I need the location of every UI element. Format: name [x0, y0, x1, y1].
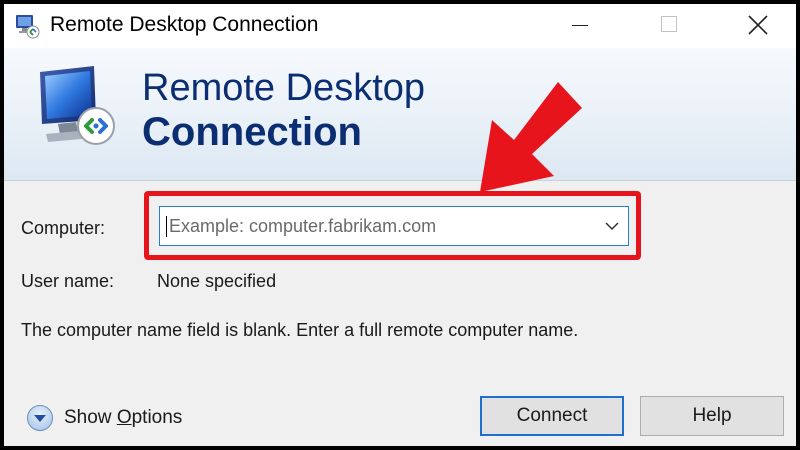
computer-label: Computer:: [21, 218, 106, 238]
remote-desktop-monitor-icon: [40, 66, 115, 145]
username-label: User name:: [21, 271, 115, 291]
header-banner: Remote Desktop Connection: [4, 48, 796, 181]
connect-button[interactable]: Connect: [480, 396, 624, 436]
minimize-button[interactable]: [548, 4, 610, 48]
maximize-icon: [661, 16, 677, 32]
computer-input[interactable]: [160, 207, 590, 245]
username-value: None specified: [157, 271, 277, 291]
header-title-line1: Remote Desktop: [142, 67, 426, 109]
computer-combobox[interactable]: [159, 206, 629, 246]
remote-desktop-app-icon: [16, 15, 40, 39]
status-message: The computer name field is blank. Enter …: [21, 320, 579, 340]
maximize-button[interactable]: [638, 4, 700, 48]
remote-desktop-window: Remote Desktop Connection Remote Desktop…: [4, 4, 796, 446]
text-cursor: [166, 216, 167, 237]
window-title: Remote Desktop Connection: [50, 13, 319, 36]
chevron-down-circle-icon[interactable]: [26, 404, 54, 432]
red-arrow-icon: [480, 82, 582, 192]
show-options-label[interactable]: Show Options: [64, 406, 182, 430]
help-button[interactable]: Help: [640, 396, 784, 436]
title-bar[interactable]: Remote Desktop Connection: [4, 4, 796, 48]
close-icon: [748, 15, 768, 35]
chevron-down-icon[interactable]: [604, 220, 620, 232]
header-title-line2: Connection: [142, 110, 362, 154]
minimize-icon: [572, 25, 588, 26]
close-button[interactable]: [728, 4, 790, 48]
